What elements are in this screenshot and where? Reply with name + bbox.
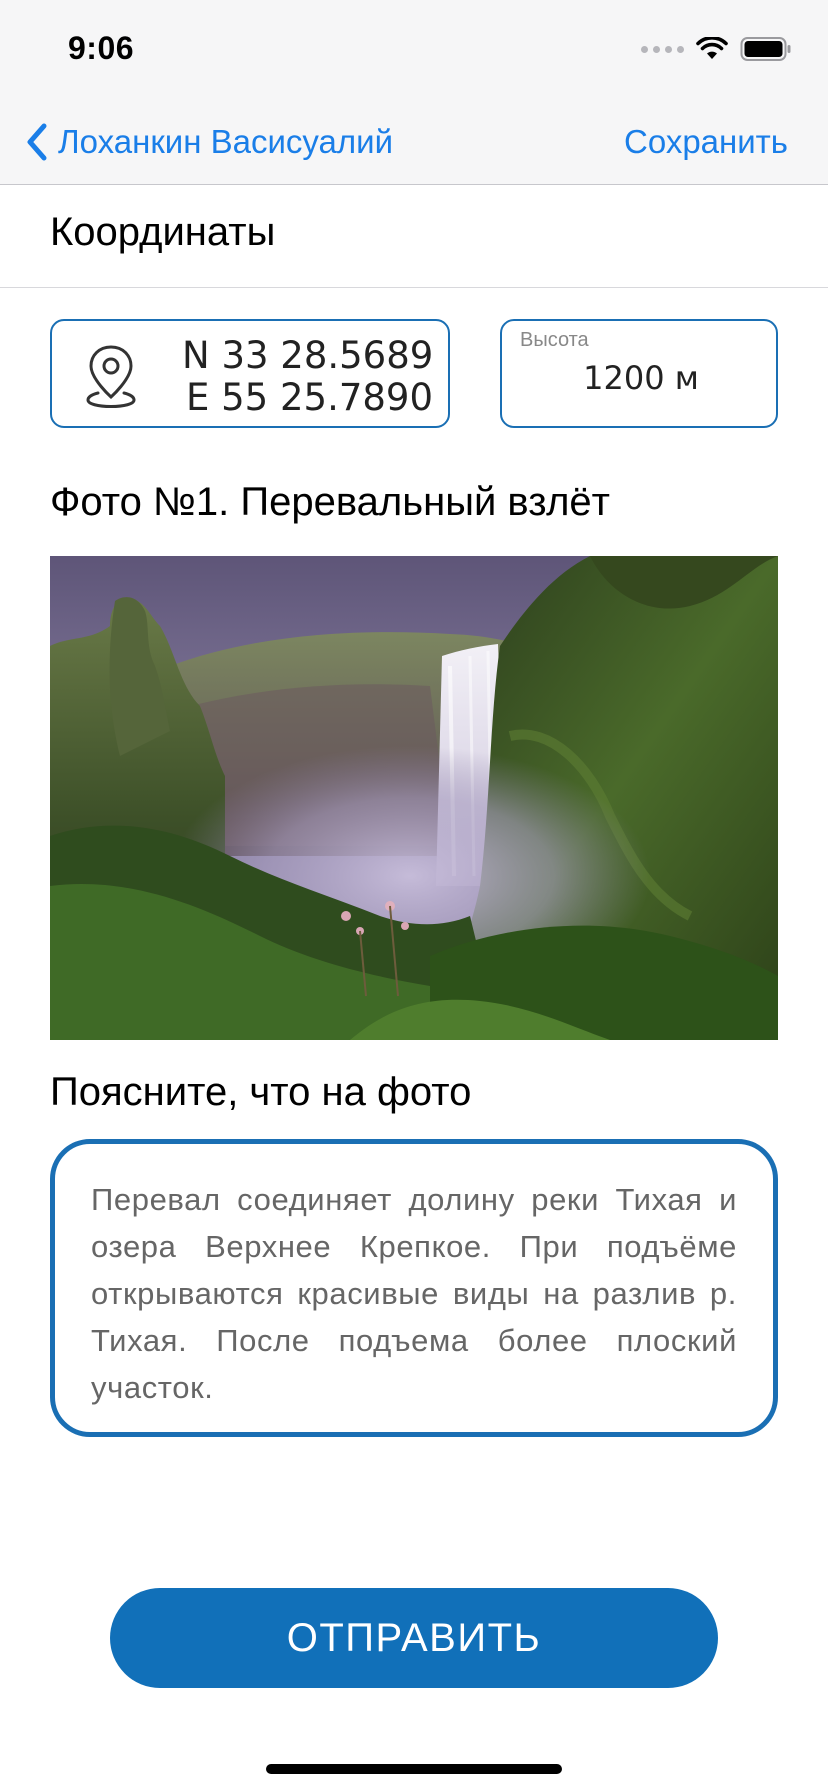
height-value: 1200 м [583,359,699,397]
back-button[interactable]: Лоханкин Васисуалий [24,118,393,166]
status-icons [641,36,792,62]
height-field[interactable]: Высота 1200 м [500,319,778,428]
top-bar: 9:06 Лоханкин Васисуалий Сохранить [0,0,828,185]
photo-title: Фото №1. Перевальный взлёт [50,480,610,524]
description-textarea[interactable]: Перевал соединяет долину реки Тихая и оз… [50,1139,778,1437]
waterfall-image [50,556,778,1040]
signal-icon [641,45,684,53]
chevron-left-icon [27,123,47,161]
save-button[interactable]: Сохранить [624,118,788,166]
section-title: Координаты [50,210,276,254]
home-indicator[interactable] [266,1764,562,1774]
send-button[interactable]: ОТПРАВИТЬ [110,1588,718,1688]
status-time: 9:06 [68,30,135,66]
section-header: Координаты [0,186,828,288]
explanation-title: Поясните, что на фото [50,1070,472,1114]
battery-icon [740,37,791,61]
latitude-value: N 33 28.5689 [182,334,434,377]
wifi-icon [696,37,728,59]
height-label: Высота [520,329,589,351]
coordinates-value: N 33 28.5689 E 55 25.7890 [182,335,442,419]
coordinates-field[interactable]: N 33 28.5689 E 55 25.7890 [50,319,450,428]
description-text: Перевал соединяет долину реки Тихая и оз… [91,1182,737,1405]
screen: 9:06 Лоханкин Васисуалий Сохранить Коорд… [0,0,828,1792]
longitude-value: E 55 25.7890 [186,376,433,419]
back-button-label: Лоханкин Васисуалий [58,123,394,160]
waterfall-photo[interactable] [50,556,778,1040]
map-pin-icon [86,345,136,409]
